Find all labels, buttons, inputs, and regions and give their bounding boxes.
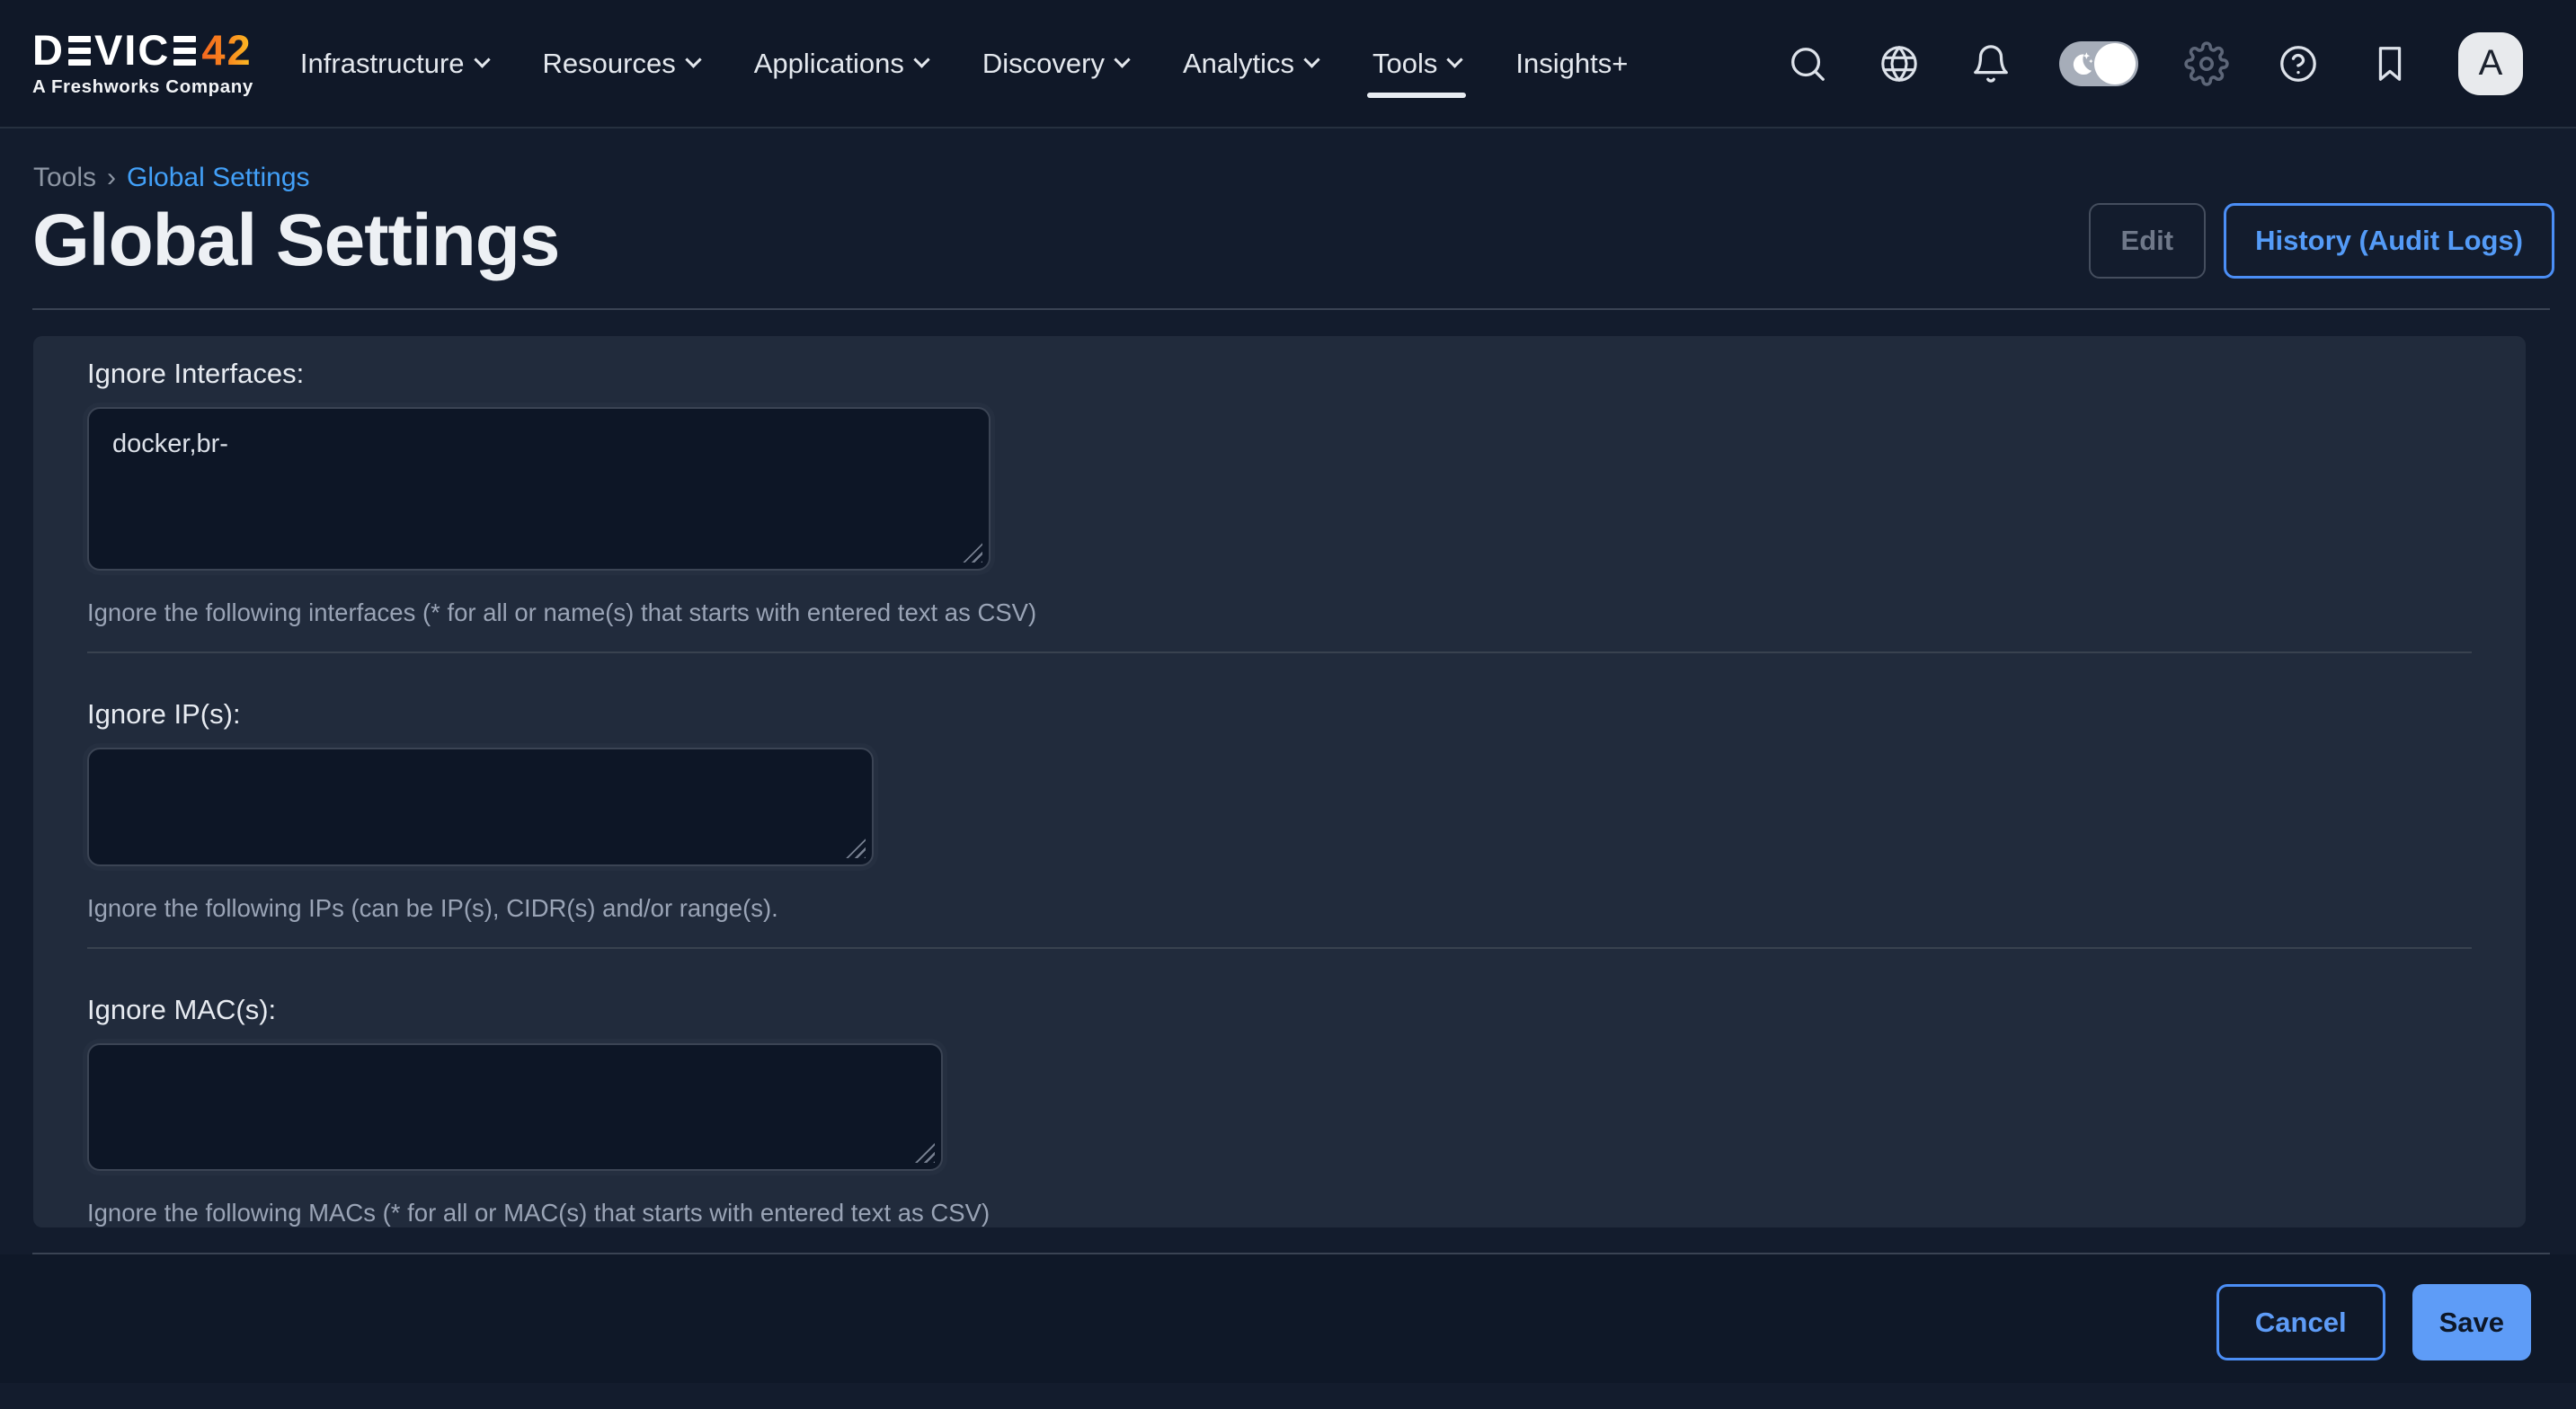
- nav-item-analytics[interactable]: Analytics: [1181, 48, 1319, 80]
- avatar-initial: A: [2479, 43, 2503, 84]
- chevron-down-icon: [474, 51, 490, 67]
- breadcrumb: Tools › Global Settings: [33, 163, 2576, 193]
- global-settings-form-panel: Ignore Interfaces: docker,br- Ignore the…: [33, 336, 2526, 1227]
- nav-item-infrastructure[interactable]: Infrastructure: [298, 48, 490, 80]
- logo-stylized-e-icon: [68, 36, 91, 66]
- top-navigation-bar: D VIC 42 A Freshworks Company Infrastruc…: [0, 0, 2576, 128]
- notifications-bell-icon[interactable]: [1968, 40, 2014, 87]
- user-avatar[interactable]: A: [2458, 32, 2523, 95]
- breadcrumb-global-settings[interactable]: Global Settings: [127, 163, 309, 193]
- ignore-interfaces-help: Ignore the following interfaces (* for a…: [87, 598, 2472, 627]
- chevron-down-icon: [1114, 51, 1130, 67]
- main-navigation: Infrastructure Resources Applications Di…: [298, 48, 1630, 80]
- chevron-down-icon: [1447, 51, 1463, 67]
- ignore-macs-help: Ignore the following MACs (* for all or …: [87, 1199, 2472, 1227]
- page-title: Global Settings: [32, 200, 559, 281]
- edit-button[interactable]: Edit: [2089, 203, 2207, 279]
- chevron-down-icon: [1303, 51, 1319, 67]
- logo-stylized-e-icon: [173, 36, 196, 66]
- chevron-down-icon: [685, 51, 701, 67]
- breadcrumb-tools[interactable]: Tools: [33, 163, 96, 193]
- logo-letters-vic: VIC: [94, 29, 170, 71]
- nav-item-insights-plus[interactable]: Insights+: [1514, 48, 1630, 80]
- logo-42: 42: [201, 29, 252, 71]
- section-divider: [87, 651, 2472, 653]
- moon-icon: [2065, 49, 2096, 79]
- settings-gear-icon[interactable]: [2183, 40, 2230, 87]
- topbar-actions: A: [1784, 32, 2523, 95]
- nav-item-tools[interactable]: Tools: [1371, 48, 1462, 80]
- form-footer: Cancel Save: [0, 1254, 2576, 1383]
- section-divider: [87, 947, 2472, 949]
- toggle-knob: [2094, 43, 2136, 84]
- chevron-down-icon: [913, 51, 929, 67]
- cancel-button[interactable]: Cancel: [2216, 1284, 2385, 1360]
- ignore-ips-help: Ignore the following IPs (can be IP(s), …: [87, 894, 2472, 923]
- search-icon[interactable]: [1784, 40, 1831, 87]
- ignore-interfaces-label: Ignore Interfaces:: [87, 357, 2472, 390]
- breadcrumb-separator: ›: [107, 163, 116, 193]
- logo-tagline: A Freshworks Company: [32, 76, 253, 98]
- ignore-interfaces-field: Ignore Interfaces: docker,br- Ignore the…: [87, 357, 2472, 627]
- device42-wordmark: D VIC 42: [32, 29, 253, 71]
- nav-item-applications[interactable]: Applications: [752, 48, 929, 80]
- page-header: Global Settings Edit History (Audit Logs…: [32, 200, 2554, 281]
- ignore-macs-label: Ignore MAC(s):: [87, 993, 2472, 1026]
- ignore-ips-textarea[interactable]: [87, 748, 874, 866]
- logo-letter-d: D: [32, 29, 65, 71]
- nav-item-resources[interactable]: Resources: [541, 48, 701, 80]
- ignore-ips-label: Ignore IP(s):: [87, 697, 2472, 731]
- dark-mode-toggle[interactable]: [2059, 41, 2138, 86]
- help-icon[interactable]: [2275, 40, 2322, 87]
- bookmark-icon[interactable]: [2367, 40, 2413, 87]
- history-audit-logs-button[interactable]: History (Audit Logs): [2224, 203, 2554, 279]
- device42-logo[interactable]: D VIC 42 A Freshworks Company: [32, 29, 253, 98]
- ignore-macs-textarea[interactable]: [87, 1043, 943, 1171]
- main-content: Tools › Global Settings Global Settings …: [0, 163, 2576, 1383]
- page-actions: Edit History (Audit Logs): [2089, 203, 2554, 279]
- ignore-ips-field: Ignore IP(s): Ignore the following IPs (…: [87, 697, 2472, 923]
- ignore-macs-field: Ignore MAC(s): Ignore the following MACs…: [87, 993, 2472, 1227]
- save-button[interactable]: Save: [2412, 1284, 2531, 1360]
- ignore-interfaces-textarea[interactable]: docker,br-: [87, 407, 990, 571]
- header-divider: [32, 308, 2550, 310]
- nav-item-discovery[interactable]: Discovery: [981, 48, 1130, 80]
- globe-icon[interactable]: [1876, 40, 1923, 87]
